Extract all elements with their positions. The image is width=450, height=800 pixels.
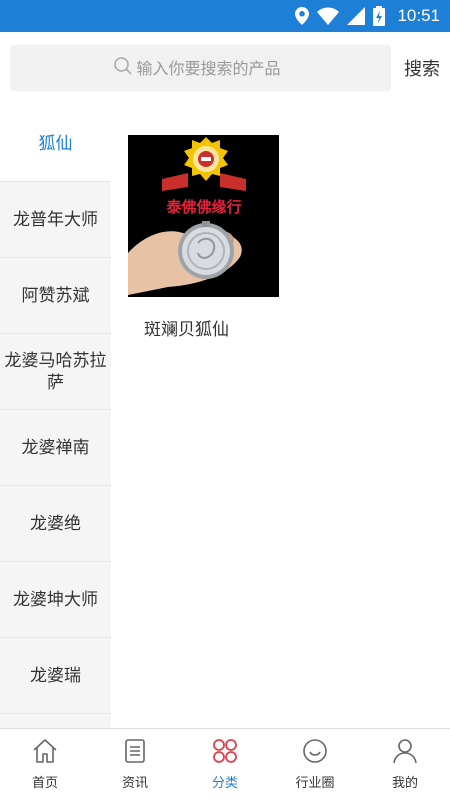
search-row: 搜索 [0, 32, 450, 104]
status-time: 10:51 [397, 6, 440, 25]
tab-profile[interactable]: 我的 [360, 729, 450, 800]
search-input[interactable] [136, 58, 289, 78]
product-name[interactable]: 斑斓贝狐仙 [128, 315, 279, 340]
category-item[interactable]: 龙婆禅南 [0, 410, 111, 486]
tab-label: 行业圈 [295, 776, 335, 791]
tab-category[interactable]: 分类 [180, 729, 270, 800]
tab-news[interactable]: 资讯 [90, 729, 180, 800]
product-image[interactable]: 泰佛佛缘行 [128, 135, 279, 297]
product-grid: 泰佛佛缘行 斑斓贝狐仙 [111, 106, 450, 728]
home-icon [32, 738, 58, 768]
search-icon [113, 56, 133, 80]
tab-label: 资讯 [121, 776, 148, 791]
wifi-icon [317, 7, 340, 25]
tab-label: 我的 [391, 776, 418, 791]
tab-home[interactable]: 首页 [0, 729, 90, 800]
profile-icon [392, 738, 418, 768]
category-item[interactable]: 龙婆坤大师 [0, 562, 111, 638]
category-item[interactable]: 龙婆马哈苏拉萨 [0, 334, 111, 410]
product-image-banner: 泰佛佛缘行 [165, 198, 241, 216]
tab-label: 首页 [31, 776, 58, 791]
bottom-tab-bar: 首页 资讯 分类 行业圈 我的 [0, 728, 450, 800]
tab-label: 分类 [211, 776, 238, 791]
category-item-hu-xian[interactable]: 狐仙 [0, 106, 111, 182]
search-button[interactable]: 搜索 [400, 45, 444, 91]
circle-icon [302, 738, 328, 768]
signal-icon [347, 7, 366, 25]
search-box[interactable] [10, 45, 391, 91]
category-sidebar: 狐仙 龙普年大师 阿赞苏斌 龙婆马哈苏拉萨 龙婆禅南 龙婆绝 龙婆坤大师 龙婆瑞 [0, 106, 111, 728]
category-item[interactable]: 阿赞苏斌 [0, 258, 111, 334]
product-card[interactable]: 泰佛佛缘行 斑斓贝狐仙 [128, 135, 279, 340]
status-bar: 10:51 [0, 0, 450, 32]
news-icon [122, 738, 148, 768]
category-icon [212, 738, 238, 768]
battery-icon [373, 6, 386, 26]
location-icon [295, 7, 310, 25]
category-item[interactable]: 龙婆绝 [0, 486, 111, 562]
category-item[interactable]: 龙普年大师 [0, 182, 111, 258]
category-item[interactable]: 龙婆瑞 [0, 638, 111, 714]
tab-industry-circle[interactable]: 行业圈 [270, 729, 360, 800]
